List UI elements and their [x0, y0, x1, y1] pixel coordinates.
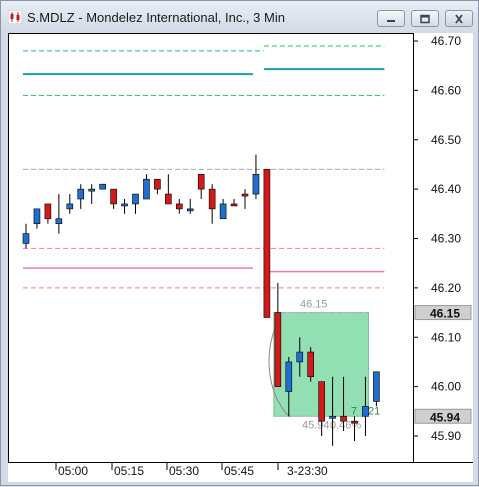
close-icon [455, 13, 463, 24]
price-tag-label-1: 45.94 [430, 410, 460, 424]
candle-body-7[interactable] [99, 183, 106, 190]
candle-body-8[interactable] [110, 188, 117, 205]
candle-body-0[interactable] [22, 233, 30, 244]
x-tick-label-2: 05:30 [169, 464, 199, 478]
candle-body-21[interactable] [252, 174, 260, 195]
candle-body-23[interactable] [274, 312, 282, 387]
candle-body-14[interactable] [176, 203, 183, 210]
candle-body-24[interactable] [285, 361, 293, 392]
candle-body-12[interactable] [154, 178, 161, 190]
candle-body-29[interactable] [340, 415, 347, 422]
candle-body-32[interactable] [373, 371, 380, 402]
measure-top-label: 46.15 [300, 299, 328, 311]
candle-body-6[interactable] [88, 188, 95, 192]
candle-body-13[interactable] [165, 193, 172, 205]
minimize-icon [387, 19, 395, 22]
y-tick-label-1: 46.60 [431, 83, 461, 97]
candle-body-9[interactable] [121, 203, 128, 207]
candle-body-28[interactable] [329, 415, 336, 419]
y-tick-label-3: 46.40 [431, 182, 461, 196]
candle-body-15[interactable] [186, 208, 194, 212]
candle-body-31[interactable] [362, 406, 369, 417]
maximize-button[interactable] [411, 10, 439, 27]
y-tick-label-0: 46.70 [431, 34, 461, 48]
candle-body-11[interactable] [143, 178, 150, 200]
candle-body-19[interactable] [230, 203, 238, 207]
minimize-button[interactable] [377, 10, 405, 27]
candle-body-26[interactable] [307, 351, 315, 378]
candle-body-18[interactable] [219, 203, 227, 220]
chart-area[interactable]: 46.15 45.94 0.46% 7 21 46.70 46.60 46.50 46.40 46… [8, 33, 473, 482]
candlestick-chart[interactable]: 46.1545.94 0.46%7 2146.7046.6046.5046.4046… [8, 33, 473, 482]
candle-body-27[interactable] [318, 381, 325, 422]
y-tick-label-4: 46.30 [431, 232, 461, 246]
measure-bottom-label: 45.94 [302, 419, 330, 431]
y-tick-label-7: 46.00 [431, 380, 461, 394]
y-tick-label-8: 45.90 [431, 429, 461, 443]
measure-duration-label: 21 [368, 405, 380, 417]
y-tick-label-5: 46.20 [431, 281, 461, 295]
chart-window: S.MDLZ - Mondelez International, Inc., 3… [0, 0, 479, 486]
x-tick-label-3: 05:45 [224, 464, 254, 478]
candle-body-2[interactable] [44, 203, 52, 220]
candle-body-4[interactable] [66, 203, 74, 210]
price-tag-label-0: 46.15 [430, 307, 460, 321]
x-tick-label-0: 05:00 [58, 464, 88, 478]
candle-body-30[interactable] [351, 420, 358, 424]
y-tick-label-6: 46.10 [431, 330, 461, 344]
x-tick-label-4: 3-23:30 [287, 464, 328, 478]
close-button[interactable] [445, 10, 473, 27]
candle-body-22[interactable] [263, 169, 271, 318]
candle-body-3[interactable] [55, 218, 63, 224]
measure-count-label: 7 [351, 405, 357, 417]
candle-body-25[interactable] [296, 351, 304, 363]
candlestick-chart-icon [8, 10, 22, 24]
candle-body-16[interactable] [197, 174, 205, 190]
candle-body-10[interactable] [132, 193, 139, 205]
maximize-icon [420, 14, 430, 23]
window-title: S.MDLZ - Mondelez International, Inc., 3… [27, 10, 285, 25]
candle-body-5[interactable] [77, 188, 85, 200]
y-tick-label-2: 46.50 [431, 133, 461, 147]
title-bar[interactable]: S.MDLZ - Mondelez International, Inc., 3… [1, 1, 478, 33]
candle-body-1[interactable] [33, 208, 41, 224]
x-tick-label-1: 05:15 [114, 464, 144, 478]
candle-body-20[interactable] [241, 193, 249, 197]
candle-body-17[interactable] [208, 188, 216, 210]
